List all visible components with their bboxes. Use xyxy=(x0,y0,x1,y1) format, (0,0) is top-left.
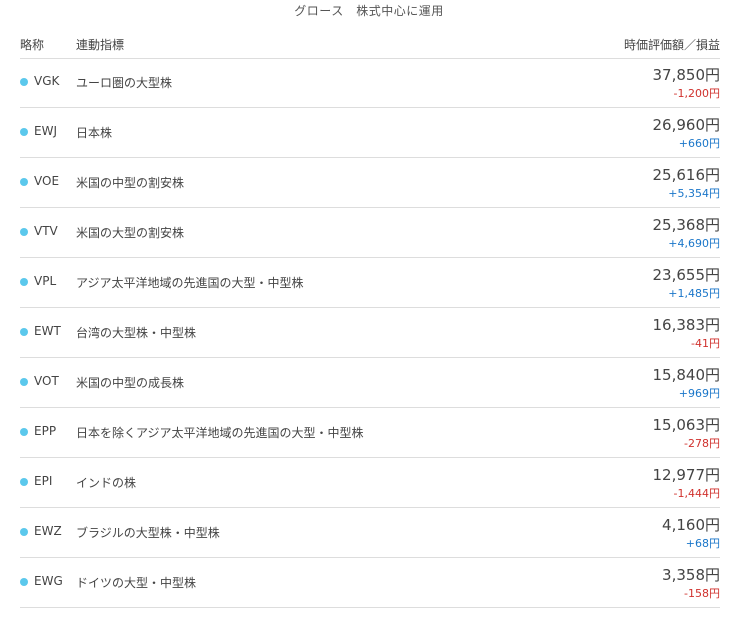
holdings-list: VGK ユーロ圏の大型株 37,850円 -1,200円 EWJ 日本株 26,… xyxy=(20,58,720,608)
ticker: EWT xyxy=(34,324,61,338)
holding-row: VPL アジア太平洋地域の先進国の大型・中型株 23,655円 +1,485円 xyxy=(20,258,720,308)
market-value: 16,383円 xyxy=(652,316,721,334)
market-value: 4,160円 xyxy=(662,516,720,534)
holding-row: EWG ドイツの大型・中型株 3,358円 -158円 xyxy=(20,558,720,608)
index-name: インドの株 xyxy=(76,476,137,490)
market-value: 12,977円 xyxy=(652,466,721,484)
bullet-dot-icon xyxy=(20,78,28,86)
ticker: VGK xyxy=(34,74,60,88)
profit-loss: +5,354円 xyxy=(668,187,720,200)
profit-loss: -1,200円 xyxy=(673,87,720,100)
profit-loss: -1,444円 xyxy=(673,487,720,500)
market-value: 25,616円 xyxy=(652,166,721,184)
table-header: 略称 連動指標 時価評価額／損益 xyxy=(20,36,720,59)
profit-loss: -278円 xyxy=(684,437,720,450)
holding-row: EWJ 日本株 26,960円 +660円 xyxy=(20,108,720,158)
ticker: EWG xyxy=(34,574,63,588)
market-value: 37,850円 xyxy=(652,66,721,84)
holding-row: VOE 米国の中型の割安株 25,616円 +5,354円 xyxy=(20,158,720,208)
index-name: 日本株 xyxy=(76,126,113,140)
holding-row: VTV 米国の大型の割安株 25,368円 +4,690円 xyxy=(20,208,720,258)
holding-row: EWT 台湾の大型株・中型株 16,383円 -41円 xyxy=(20,308,720,358)
ticker: EWJ xyxy=(34,124,57,138)
index-name: 米国の中型の成長株 xyxy=(76,376,185,390)
index-name: 日本を除くアジア太平洋地域の先進国の大型・中型株 xyxy=(76,426,364,440)
holding-row: VOT 米国の中型の成長株 15,840円 +969円 xyxy=(20,358,720,408)
bullet-dot-icon xyxy=(20,278,28,286)
ticker: EPP xyxy=(34,424,57,438)
index-name: アジア太平洋地域の先進国の大型・中型株 xyxy=(76,276,304,290)
profit-loss: -158円 xyxy=(684,587,720,600)
ticker: VOT xyxy=(34,374,59,388)
index-name: 米国の中型の割安株 xyxy=(76,176,185,190)
profit-loss: +68円 xyxy=(685,537,720,550)
holding-row: EPI インドの株 12,977円 -1,444円 xyxy=(20,458,720,508)
holding-row: EPP 日本を除くアジア太平洋地域の先進国の大型・中型株 15,063円 -27… xyxy=(20,408,720,458)
bullet-dot-icon xyxy=(20,578,28,586)
profit-loss: +1,485円 xyxy=(668,287,720,300)
profit-loss: +4,690円 xyxy=(668,237,720,250)
profit-loss: -41円 xyxy=(691,337,720,350)
market-value: 3,358円 xyxy=(662,566,720,584)
header-value: 時価評価額／損益 xyxy=(623,38,720,52)
index-name: 台湾の大型株・中型株 xyxy=(76,326,197,340)
bullet-dot-icon xyxy=(20,128,28,136)
ticker: VPL xyxy=(34,274,57,288)
index-name: ブラジルの大型株・中型株 xyxy=(76,526,220,540)
market-value: 25,368円 xyxy=(652,216,721,234)
market-value: 15,840円 xyxy=(652,366,721,384)
ticker: EWZ xyxy=(34,524,62,538)
profit-loss: +969円 xyxy=(678,387,720,400)
index-name: ユーロ圏の大型株 xyxy=(76,76,173,90)
header-index: 連動指標 xyxy=(76,38,125,52)
index-name: 米国の大型の割安株 xyxy=(76,226,185,240)
ticker: VTV xyxy=(34,224,58,238)
bullet-dot-icon xyxy=(20,328,28,336)
bullet-dot-icon xyxy=(20,428,28,436)
market-value: 23,655円 xyxy=(652,266,721,284)
ticker: VOE xyxy=(34,174,60,188)
market-value: 26,960円 xyxy=(652,116,721,134)
ticker: EPI xyxy=(34,474,53,488)
header-abbr: 略称 xyxy=(20,38,45,52)
bullet-dot-icon xyxy=(20,378,28,386)
holding-row: VGK ユーロ圏の大型株 37,850円 -1,200円 xyxy=(20,58,720,108)
bullet-dot-icon xyxy=(20,478,28,486)
profit-loss: +660円 xyxy=(678,137,720,150)
bullet-dot-icon xyxy=(20,528,28,536)
bullet-dot-icon xyxy=(20,178,28,186)
index-name: ドイツの大型・中型株 xyxy=(76,576,197,590)
holding-row: EWZ ブラジルの大型株・中型株 4,160円 +68円 xyxy=(20,508,720,558)
page-title: グロース 株式中心に運用 xyxy=(294,4,444,18)
market-value: 15,063円 xyxy=(652,416,721,434)
bullet-dot-icon xyxy=(20,228,28,236)
